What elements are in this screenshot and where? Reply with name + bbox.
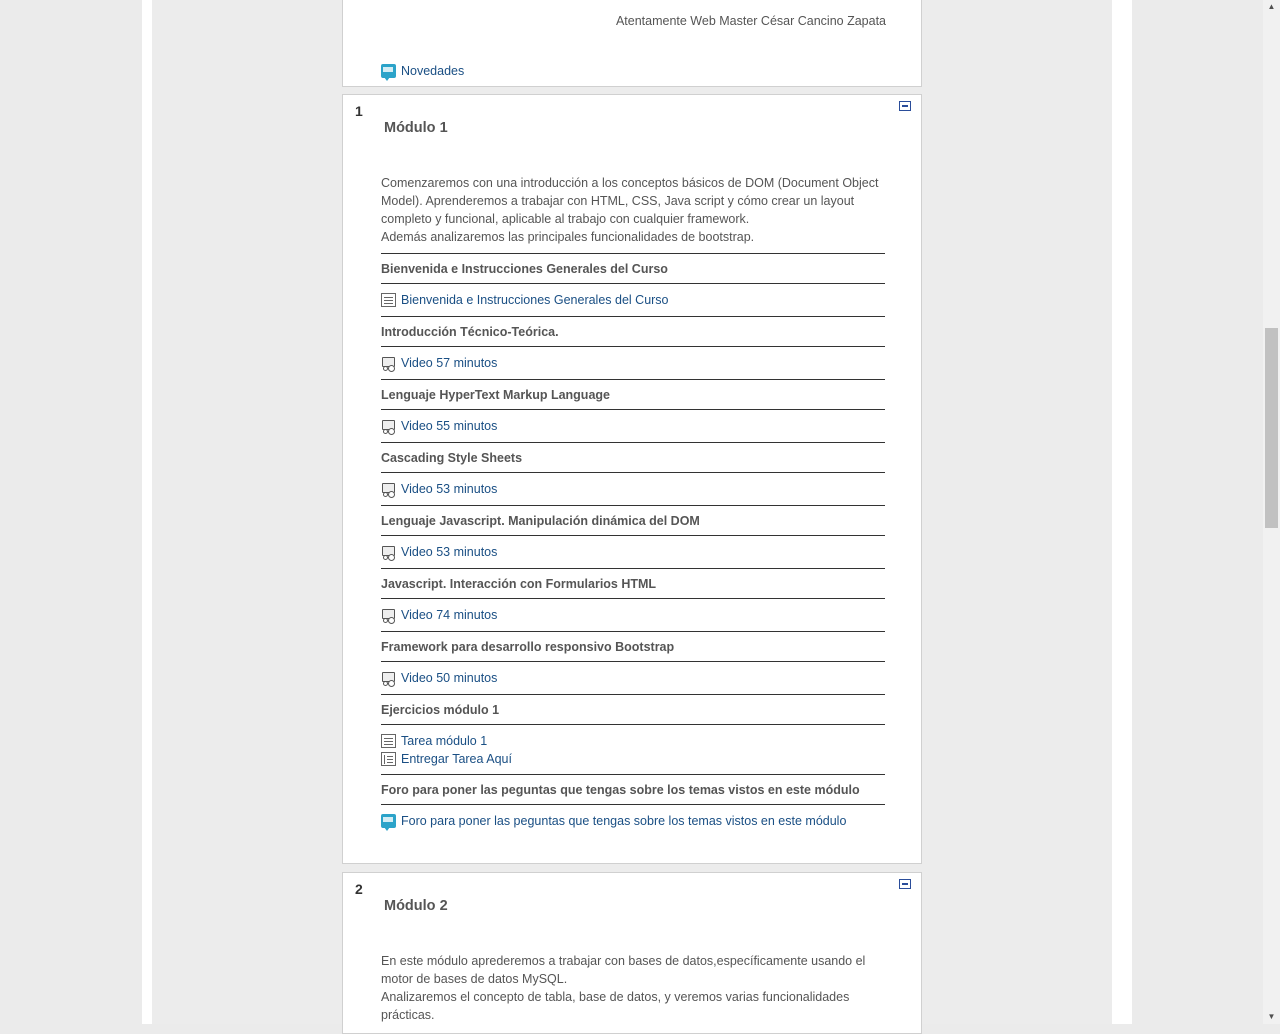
- summary-paragraph: Además analizaremos las principales func…: [381, 230, 755, 244]
- label-heading: Lenguaje HyperText Markup Language: [381, 379, 885, 410]
- video-icon: [381, 419, 396, 434]
- section-0: Atentamente Web Master César Cancino Zap…: [342, 0, 922, 87]
- video-icon: [381, 671, 396, 686]
- news-forum-link[interactable]: Novedades: [381, 62, 464, 81]
- activity-link-label[interactable]: Video 53 minutos: [401, 482, 497, 496]
- signature-text: Atentamente Web Master César Cancino Zap…: [615, 14, 886, 28]
- forum-icon: [381, 64, 396, 81]
- page-icon: [381, 734, 396, 748]
- activity-link[interactable]: Foro para poner las peguntas que tengas …: [381, 812, 885, 831]
- scroll-up-arrow-icon[interactable]: ▲: [1263, 0, 1280, 14]
- video-icon: [381, 482, 396, 497]
- activity-list: Video 57 minutos: [381, 347, 885, 379]
- video-icon: [381, 545, 396, 560]
- activity-link[interactable]: Video 74 minutos: [381, 606, 885, 624]
- activity-link[interactable]: Video 50 minutos: [381, 669, 885, 687]
- activity-link[interactable]: Video 57 minutos: [381, 354, 885, 372]
- activity-link-label[interactable]: Foro para poner las peguntas que tengas …: [401, 814, 846, 828]
- activity-link-label[interactable]: Entregar Tarea Aquí: [401, 752, 512, 766]
- label-heading: Lenguaje Javascript. Manipulación dinámi…: [381, 505, 885, 536]
- activity-list: Video 50 minutos: [381, 662, 885, 694]
- video-icon: [381, 356, 396, 371]
- section-number: 2: [355, 881, 363, 897]
- summary-paragraph: En este módulo aprederemos a trabajar co…: [381, 954, 866, 986]
- activity-list: Video 74 minutos: [381, 599, 885, 631]
- collapse-icon[interactable]: [899, 101, 911, 111]
- activity-list: Bienvenida e Instrucciones Generales del…: [381, 284, 885, 316]
- section-2: 2 Módulo 2 En este módulo aprederemos a …: [342, 872, 922, 1034]
- scrollbar-thumb[interactable]: [1265, 328, 1278, 528]
- activity-list: Video 55 minutos: [381, 410, 885, 442]
- activity-link-label[interactable]: Video 50 minutos: [401, 671, 497, 685]
- section-content: En este módulo aprederemos a trabajar co…: [381, 952, 885, 1024]
- forum-icon: [381, 814, 396, 831]
- assignment-icon: [381, 752, 396, 766]
- activity-link[interactable]: Video 55 minutos: [381, 417, 885, 435]
- page-icon: [381, 293, 396, 307]
- activity-link[interactable]: Video 53 minutos: [381, 480, 885, 498]
- section-number: 1: [355, 103, 363, 119]
- activity-list: Video 53 minutos: [381, 473, 885, 505]
- video-icon: [381, 608, 396, 623]
- label-heading: Introducción Técnico-Teórica.: [381, 316, 885, 347]
- activity-link-label[interactable]: Video 57 minutos: [401, 356, 497, 370]
- activity-link[interactable]: Entregar Tarea Aquí: [381, 750, 885, 768]
- activity-list: Foro para poner las peguntas que tengas …: [381, 805, 885, 837]
- label-heading: Framework para desarrollo responsivo Boo…: [381, 631, 885, 662]
- summary-paragraph: Comenzaremos con una introducción a los …: [381, 176, 879, 226]
- section-summary: En este módulo aprederemos a trabajar co…: [381, 952, 885, 1024]
- news-link-label[interactable]: Novedades: [401, 64, 464, 78]
- label-heading: Foro para poner las peguntas que tengas …: [381, 774, 885, 805]
- scrollbar[interactable]: ▲ ▼: [1263, 0, 1280, 1024]
- activity-link[interactable]: Video 53 minutos: [381, 543, 885, 561]
- label-heading: Ejercicios módulo 1: [381, 694, 885, 725]
- collapse-icon[interactable]: [899, 879, 911, 889]
- section-title: Módulo 2: [384, 898, 448, 914]
- label-heading: Javascript. Interacción con Formularios …: [381, 568, 885, 599]
- section-1: 1 Módulo 1 Comenzaremos con una introduc…: [342, 94, 922, 864]
- scroll-down-arrow-icon[interactable]: ▼: [1263, 1010, 1280, 1024]
- section-content: Comenzaremos con una introducción a los …: [381, 174, 885, 837]
- activity-link-label[interactable]: Video 53 minutos: [401, 545, 497, 559]
- activity-link-label[interactable]: Bienvenida e Instrucciones Generales del…: [401, 293, 669, 307]
- activity-link[interactable]: Bienvenida e Instrucciones Generales del…: [381, 291, 885, 309]
- activity-link-label[interactable]: Tarea módulo 1: [401, 734, 487, 748]
- label-heading: Cascading Style Sheets: [381, 442, 885, 473]
- activity-link[interactable]: Tarea módulo 1: [381, 732, 885, 750]
- section-title: Módulo 1: [384, 120, 448, 136]
- activity-list: Tarea módulo 1 Entregar Tarea Aquí: [381, 725, 885, 774]
- activity-list: Video 53 minutos: [381, 536, 885, 568]
- activity-link-label[interactable]: Video 55 minutos: [401, 419, 497, 433]
- activity-link-label[interactable]: Video 74 minutos: [401, 608, 497, 622]
- section-summary: Comenzaremos con una introducción a los …: [381, 174, 885, 246]
- label-heading: Bienvenida e Instrucciones Generales del…: [381, 253, 885, 284]
- summary-paragraph: Analizaremos el concepto de tabla, base …: [381, 990, 850, 1022]
